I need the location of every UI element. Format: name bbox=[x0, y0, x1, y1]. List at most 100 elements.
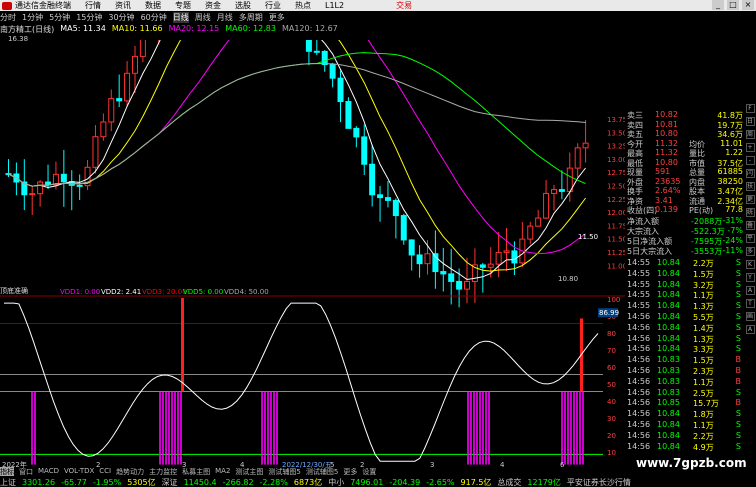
toolbar-icon[interactable]: 扶 bbox=[745, 182, 755, 191]
period-tab[interactable]: 1分钟 bbox=[22, 12, 43, 23]
tick-price: 10.84 bbox=[657, 301, 680, 311]
right-toolbar: F 日周 + - 闪扶更统叠平多 K Y A T 画 A bbox=[744, 104, 756, 464]
indicator-tab[interactable]: CCI bbox=[99, 467, 111, 476]
period-tab[interactable]: 30分钟 bbox=[108, 12, 134, 23]
close-icon[interactable]: × bbox=[742, 0, 754, 10]
toolbar-icon[interactable]: A bbox=[745, 325, 755, 334]
indicator-tab[interactable]: 更多 bbox=[343, 467, 357, 476]
index-change: -65.77 bbox=[61, 477, 87, 487]
minimize-icon[interactable]: _ bbox=[712, 0, 724, 10]
tick-side: S bbox=[735, 430, 741, 440]
period-tab[interactable]: 月线 bbox=[217, 12, 233, 23]
indicator-tab[interactable]: MA2 bbox=[215, 467, 230, 476]
main-chart[interactable]: 13.75 13.50 13.25 13.00 12.75 12.50 12.25 12.00… bbox=[0, 40, 625, 468]
toolbar-icon[interactable]: F bbox=[745, 104, 755, 113]
indicator-tab[interactable]: 测试辅图5 bbox=[268, 467, 300, 476]
toolbar-icon[interactable]: 画 bbox=[745, 312, 755, 321]
period-tab[interactable]: 15分钟 bbox=[76, 12, 102, 23]
period-tab[interactable]: 5分钟 bbox=[49, 12, 70, 23]
quote-value: 2.64% bbox=[655, 186, 681, 195]
price-axis-label: 12.25 bbox=[607, 196, 625, 204]
tick-row: 14:56 10.83 1.1万 B bbox=[627, 377, 743, 387]
indicator-tab[interactable]: VOL-TDX bbox=[64, 467, 94, 476]
indicator-tab[interactable]: 趋势动力 bbox=[116, 467, 144, 476]
quote-value-2: 61885 bbox=[717, 167, 743, 176]
menu-item-data[interactable]: 数据 bbox=[145, 0, 161, 11]
indicator-panel: VDD1: 0.00 VDD2: 2.41 VDD3: 20.00VDD5: 0.0… bbox=[0, 288, 625, 468]
toolbar-icon[interactable]: T bbox=[745, 299, 755, 308]
price-axis-label: 13.50 bbox=[607, 129, 625, 137]
indicator-tab[interactable]: 设置 bbox=[362, 467, 376, 476]
toolbar-icon[interactable]: 多 bbox=[745, 247, 755, 256]
quote-value: 0.139 bbox=[655, 205, 678, 214]
tick-volume: 3.3万 bbox=[693, 345, 714, 355]
maximize-icon[interactable]: □ bbox=[727, 0, 739, 10]
tick-volume: 1.4万 bbox=[693, 323, 714, 333]
menu-item-screener[interactable]: 选股 bbox=[235, 0, 251, 11]
toolbar-icon[interactable]: - bbox=[745, 156, 755, 165]
index-name: 上证 bbox=[0, 477, 16, 487]
toolbar-icon[interactable]: 统 bbox=[745, 208, 755, 217]
stock-name[interactable]: 南方精工(日线) bbox=[0, 24, 54, 34]
tick-volume: 1.3万 bbox=[693, 302, 714, 312]
menu-item-hotspots[interactable]: 热点 bbox=[295, 0, 311, 11]
menu-item-topics[interactable]: 专题 bbox=[175, 0, 191, 11]
tick-side: S bbox=[735, 322, 741, 332]
indicator-name[interactable]: 顶底准确 bbox=[0, 286, 28, 296]
quote-row: 卖五 10.80 34.6万 bbox=[627, 129, 743, 139]
candle-body bbox=[139, 40, 146, 57]
period-tab[interactable]: 多周期 bbox=[239, 12, 263, 23]
tick-time: 14:56 bbox=[627, 322, 651, 332]
indicator-tab[interactable]: MACD bbox=[38, 467, 59, 476]
candle-body bbox=[566, 167, 573, 192]
indicator-tab[interactable]: 窗口 bbox=[19, 467, 33, 476]
indicator-tab[interactable]: 测试辅图5 bbox=[306, 467, 338, 476]
low-price-marker: 10.80 bbox=[558, 275, 578, 283]
indicator-tab[interactable]: 私募主图 bbox=[182, 467, 210, 476]
tick-volume: 2.5万 bbox=[693, 388, 714, 398]
candle-body bbox=[392, 199, 399, 217]
toolbar-icon[interactable]: 闪 bbox=[745, 169, 755, 178]
market-status-bar: 上证 3301.26 -65.77 -1.95% 5305亿 深证 11450.4 -266.… bbox=[0, 477, 756, 487]
flow-pct: -11% bbox=[722, 246, 743, 255]
toolbar-icon[interactable]: A bbox=[745, 286, 755, 295]
tick-time: 14:56 bbox=[627, 409, 651, 419]
toolbar-icon[interactable]: + bbox=[745, 143, 755, 152]
quote-row: 收益(四) 0.139 PE(动) 77.8 bbox=[627, 205, 743, 215]
tick-row: 14:56 10.84 1.3万 S bbox=[627, 334, 743, 344]
menu-item-quotes[interactable]: 行情 bbox=[85, 0, 101, 11]
tick-side: B bbox=[735, 366, 742, 375]
tick-price: 10.84 bbox=[657, 279, 680, 289]
toolbar-icon[interactable]: 日 bbox=[745, 117, 755, 126]
tick-volume: 2.3万 bbox=[693, 367, 714, 376]
toolbar-icon[interactable]: K bbox=[745, 260, 755, 269]
tick-price: 10.84 bbox=[657, 409, 680, 419]
candle-body bbox=[479, 264, 486, 268]
price-axis-label: 13.00 bbox=[607, 156, 625, 164]
menu-item-funds[interactable]: 资金 bbox=[205, 0, 221, 11]
indicator-tab[interactable]: 测试主图 bbox=[235, 467, 263, 476]
cross-price-marker: 11.50 bbox=[578, 233, 598, 241]
toolbar-icon[interactable]: 更 bbox=[745, 195, 755, 204]
period-tab[interactable]: 周线 bbox=[195, 12, 211, 23]
menu-item-l1l2[interactable]: L1L2 bbox=[325, 1, 344, 10]
price-axis-label: 11.25 bbox=[607, 249, 625, 257]
period-tab[interactable]: 分时 bbox=[0, 12, 16, 23]
menu-item-industry[interactable]: 行业 bbox=[265, 0, 281, 11]
toolbar-icon[interactable]: 周 bbox=[745, 130, 755, 139]
toolbar-icon[interactable]: 平 bbox=[745, 234, 755, 243]
menu-item-news[interactable]: 资讯 bbox=[115, 0, 131, 11]
period-tab[interactable]: 更多 bbox=[269, 12, 285, 23]
tick-price: 10.84 bbox=[657, 290, 680, 300]
period-tab[interactable]: 60分钟 bbox=[141, 12, 167, 23]
tick-price: 10.83 bbox=[657, 355, 680, 365]
toolbar-icon[interactable]: 叠 bbox=[745, 221, 755, 230]
candle-body bbox=[558, 189, 565, 192]
price-axis-label: 12.75 bbox=[607, 169, 625, 177]
indicator-tab[interactable]: 指标 bbox=[0, 467, 14, 476]
toolbar-icon[interactable]: Y bbox=[745, 273, 755, 282]
period-tab[interactable]: 日线 bbox=[172, 12, 189, 23]
trade-button[interactable]: 交易 bbox=[396, 0, 412, 11]
candle-body bbox=[108, 98, 115, 123]
indicator-tab[interactable]: 主力监控 bbox=[149, 467, 177, 476]
